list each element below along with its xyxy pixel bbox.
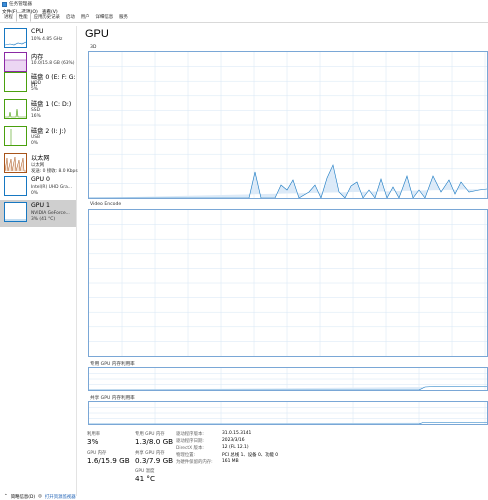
tab-details[interactable]: 详细信息 (93, 12, 117, 22)
shared-memory-graph-svg (89, 402, 487, 425)
sidebar-item-gpu-1[interactable]: GPU 1 NVIDIA GeForce... 3% (41 °C) (0, 200, 76, 227)
tab-users[interactable]: 用户 (78, 12, 93, 22)
gpu-thumbnail-graph (4, 202, 27, 222)
dedicated-memory-stat-value: 1.3/8.0 GB (135, 437, 174, 446)
gpu-temperature-value: 41 °C (135, 474, 156, 483)
shared-memory-stat-value: 0.3/7.9 GB (135, 456, 174, 465)
performance-sidebar: CPU 10% 4.85 GHz 内存 10.0/15.8 GB (63%) 磁… (0, 26, 78, 496)
sidebar-item-gpu-0[interactable]: GPU 0 Intel(R) UHD Gra... 0% (0, 174, 76, 201)
sidebar-item-detail: USB (31, 135, 41, 140)
sidebar-item-cpu[interactable]: CPU 10% 4.85 GHz (0, 26, 76, 53)
sidebar-item-detail: 10.0/15.8 GB (63%) (31, 61, 75, 66)
sidebar-item-label: 磁盘 1 (C: D:) (31, 101, 72, 108)
physical-location-value: PCI 总线 1、设备 0、功能 0 (222, 453, 279, 458)
chevron-up-icon[interactable]: ⌃ (4, 494, 8, 499)
video-encode-graph-svg (89, 210, 487, 356)
sidebar-item-detail: 0% (31, 141, 38, 146)
memory-thumbnail-graph (4, 52, 27, 72)
utilization-value: 3% (87, 437, 99, 446)
sidebar-item-label: CPU (31, 28, 44, 35)
gpu-memory-value: 1.6/15.9 GB (87, 456, 130, 465)
directx-version-label: DirectX 版本: (176, 446, 204, 451)
disk-thumbnail-graph (4, 99, 27, 119)
gpu-thumbnail-graph (4, 176, 27, 196)
driver-date-value: 2023/3/16 (222, 438, 245, 443)
sidebar-item-label: GPU 1 (31, 202, 50, 209)
sidebar-item-label: GPU 0 (31, 176, 50, 183)
title-bar: 任务管理器 (0, 0, 488, 8)
sidebar-item-disk-2[interactable]: 磁盘 2 (I: J:) USB 0% (0, 124, 76, 151)
engine-1-label: 3D (90, 45, 97, 50)
disk-thumbnail-graph (4, 72, 27, 92)
driver-version-value: 31.0.15.3141 (222, 431, 252, 436)
tab-startup[interactable]: 启动 (63, 12, 78, 22)
sidebar-item-disk-0[interactable]: 磁盘 0 (E: F: G: H: HDD 5% (0, 70, 76, 97)
tab-processes[interactable]: 进程 (1, 12, 16, 22)
engine-2-label: Video Encode (90, 202, 122, 207)
tab-services[interactable]: 服务 (116, 12, 131, 22)
sidebar-item-label: 磁盘 2 (I: J:) (31, 128, 66, 135)
tab-performance[interactable]: 性能 (15, 12, 31, 22)
tab-bar: 进程 性能 应用历史记录 启动 用户 详细信息 服务 (0, 12, 488, 23)
driver-date-label: 驱动程序日期: (176, 439, 204, 444)
sidebar-item-detail: HDD (31, 81, 42, 86)
dedicated-memory-graph[interactable] (88, 367, 488, 391)
3d-graph-svg (89, 52, 488, 199)
sidebar-item-disk-1[interactable]: 磁盘 1 (C: D:) SSD 16% (0, 97, 76, 124)
footer-bar: ⌃ 简略信息(D) ◎ 打开资源监视器 (0, 493, 488, 500)
task-manager-icon (2, 1, 7, 7)
disk-thumbnail-graph (4, 126, 27, 146)
tab-app-history[interactable]: 应用历史记录 (31, 12, 63, 22)
driver-version-label: 驱动程序版本: (176, 432, 204, 437)
directx-version-value: 12 (FL 12.1) (222, 445, 249, 450)
physical-location-label: 物理位置: (176, 453, 196, 458)
window-title: 任务管理器 (9, 2, 32, 7)
ethernet-thumbnail-graph (4, 153, 27, 173)
dedicated-memory-graph-svg (89, 368, 487, 391)
video-encode-graph[interactable] (88, 209, 488, 357)
sidebar-item-label: 内存 (31, 54, 44, 61)
fewer-details-link[interactable]: 简略信息(D) (11, 494, 35, 500)
sidebar-item-detail: 10% 4.85 GHz (31, 37, 63, 42)
sidebar-item-detail: NVIDIA GeForce... (31, 211, 70, 216)
page-title: GPU (85, 28, 109, 40)
shared-memory-graph[interactable] (88, 401, 488, 425)
reserved-memory-label: 为硬件保留的内存: (176, 460, 213, 465)
sidebar-item-detail: 5% (31, 87, 38, 92)
sidebar-item-detail: 3% (41 °C) (31, 217, 56, 222)
sidebar-item-detail: Intel(R) UHD Gra... (31, 185, 72, 190)
open-resource-monitor-link[interactable]: 打开资源监视器 (45, 494, 76, 500)
cpu-thumbnail-graph (4, 28, 27, 48)
sidebar-item-detail: 16% (31, 114, 41, 119)
reserved-memory-value: 161 MB (222, 459, 239, 464)
gpu-detail-panel: GPU 3D Video Encode 专用 GPU 内存利用率 共享 GPU … (80, 26, 488, 496)
sidebar-item-label: 以太网 (31, 155, 50, 162)
sidebar-item-detail: 0% (31, 191, 38, 196)
3d-engine-graph[interactable] (88, 51, 488, 199)
resource-monitor-icon: ◎ (38, 494, 42, 499)
sidebar-item-detail: SSD (31, 108, 40, 113)
